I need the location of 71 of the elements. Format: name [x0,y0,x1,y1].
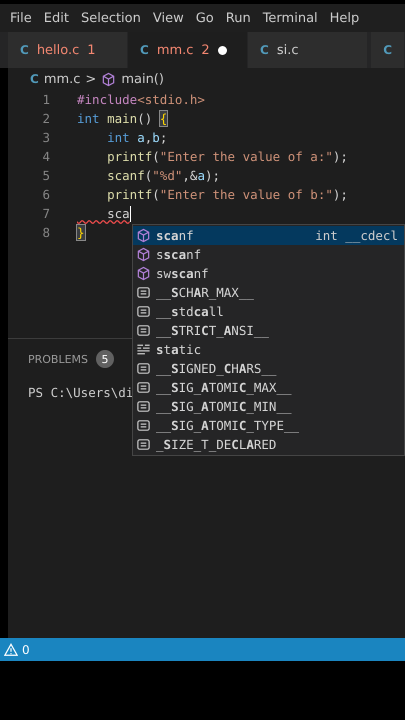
suggestion-item[interactable]: __SIGNED_CHARS__ [133,359,404,378]
menu-item[interactable]: Go [190,10,220,26]
panel-tab[interactable]: PROBLEMS [28,352,88,366]
code-line: printf("Enter the value of a:"); [106,149,348,164]
suggestion-item[interactable]: static [133,340,404,359]
code-line: #include<stdio.h> [77,92,205,107]
suggestion-item[interactable]: swscanf [133,264,404,283]
cube-icon [136,266,151,281]
suggestion-item[interactable]: __STRICT_ANSI__ [133,321,404,340]
suggestion-item[interactable]: scanf int __cdecl [133,226,404,245]
breadcrumb-item[interactable]: main() [121,72,164,86]
editor-tab[interactable]: C mm.c 2 [128,32,248,68]
editor-tab[interactable]: C hello.c 1 [8,32,128,68]
tab-label: mm.c [156,42,194,58]
line-number: 2 [41,111,51,126]
editor-tab[interactable]: C [371,32,405,68]
code-line: printf("Enter the value of b:"); [106,187,348,202]
list-box-icon [136,361,151,376]
list-box-icon [136,380,151,395]
line-number: 8 [41,225,51,240]
line-number: 6 [41,187,51,202]
menu-item[interactable]: Terminal [256,10,324,26]
c-file-icon: C [30,72,39,86]
menu-item[interactable]: Help [324,10,366,26]
menu-item[interactable]: View [146,10,190,26]
suggestion-detail: int __cdecl [315,228,399,243]
list-box-icon [136,285,151,300]
list-box-icon [136,437,151,452]
breadcrumb-item[interactable]: mm.c [44,72,80,86]
c-file-icon: C [383,43,392,57]
code-line: int a,b; [106,130,168,145]
c-file-icon: C [140,43,149,57]
list-box-icon [136,418,151,433]
c-file-icon: C [260,43,269,57]
suggestion-item[interactable]: __SIG_ATOMIC_TYPE__ [133,416,404,435]
menu-item[interactable]: Run [220,10,257,26]
list-box-icon [136,399,151,414]
text-lines-icon [136,342,151,357]
cube-icon [136,228,151,243]
tab-label: hello.c [36,42,80,58]
suggestion-item[interactable]: __SCHAR_MAX__ [133,283,404,302]
editor-tab[interactable]: C si.c [248,32,368,68]
cube-icon [136,247,151,262]
warning-count[interactable]: 0 [22,642,30,656]
cube-icon [101,72,116,86]
suggestion-item[interactable]: __SIG_ATOMIC_MIN__ [133,397,404,416]
line-number: 4 [41,149,51,164]
suggestion-item[interactable]: sscanf [133,245,404,264]
code-line: sca [106,206,130,221]
line-number: 3 [41,130,51,145]
tab-label: si.c [276,42,298,58]
c-file-icon: C [20,43,29,57]
suggestion-item[interactable]: __SIG_ATOMIC_MAX__ [133,378,404,397]
code-line: int main() { [77,111,168,126]
code-line: scanf("%d",&a); [106,168,220,183]
suggestion-item[interactable]: _SIZE_T_DECLARED [133,435,404,454]
warning-icon[interactable] [4,642,18,656]
list-box-icon [136,323,151,338]
line-number: 1 [41,92,51,107]
menu-item[interactable]: Selection [74,10,147,26]
problem-count: 1 [87,42,96,58]
problem-count: 2 [201,42,210,58]
line-number: 5 [41,168,51,183]
list-box-icon [136,304,151,319]
menu-item[interactable]: File [4,10,38,26]
breadcrumb-separator: > [85,72,96,86]
menu-item[interactable]: Edit [38,10,75,26]
suggestion-item[interactable]: __stdcall [133,302,404,321]
terminal-line: PS C:\Users\di [28,385,134,400]
line-number: 7 [41,206,51,221]
count-badge: 5 [96,350,114,368]
